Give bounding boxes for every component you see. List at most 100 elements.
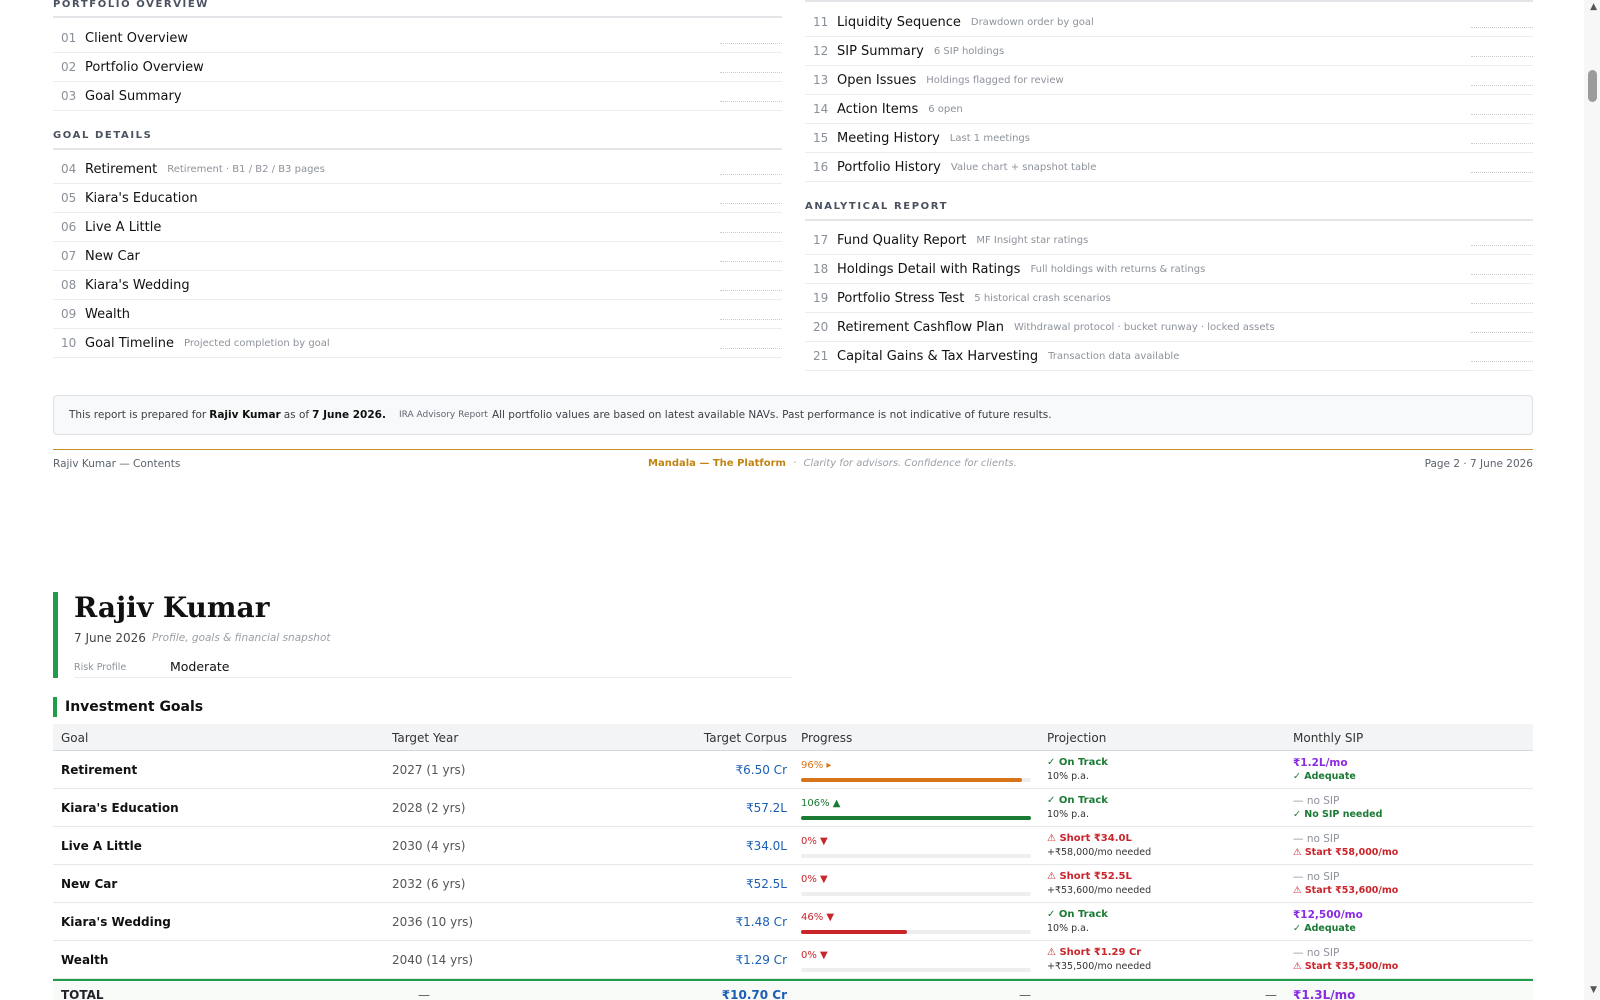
scroll-down-arrow-icon[interactable]: ▼ [1590, 985, 1597, 995]
goal-target-year: 2030 (4 yrs) [392, 839, 466, 853]
toc-leader-dots [720, 290, 782, 291]
toc-entry[interactable]: 21 Capital Gains & Tax Harvesting Transact… [805, 342, 1533, 371]
toc-entry[interactable]: 13 Open Issues Holdings flagged for review [805, 66, 1533, 95]
toc-entry-number: 19 [813, 291, 829, 305]
goal-name: Kiara's Wedding [61, 915, 171, 929]
toc-entry[interactable]: 01 Client Overview [53, 24, 782, 53]
table-row[interactable]: Kiara's Education 2028 (2 yrs) ₹57.2L 106% … [53, 789, 1533, 827]
scrollbar-thumb[interactable] [1588, 70, 1597, 102]
toc-entry-number: 12 [813, 44, 829, 58]
vertical-scrollbar[interactable]: ▲ ▼ [1584, 0, 1600, 1000]
toc-entry[interactable]: 12 SIP Summary 6 SIP holdings [805, 37, 1533, 66]
toc-leader-dots [720, 43, 782, 44]
toc-entry[interactable]: 08 Kiara's Wedding [53, 271, 782, 300]
toc-entry-number: 04 [61, 162, 77, 176]
toc-leader-dots [1471, 27, 1533, 28]
goal-target-year: 2040 (14 yrs) [392, 953, 474, 967]
footer-separator: · [793, 458, 797, 469]
goal-target-corpus: ₹52.5L [745, 877, 787, 891]
toc-entry[interactable]: 06 Live A Little [53, 213, 782, 242]
toc-leader-dots [720, 232, 782, 233]
toc-entry[interactable]: 14 Action Items 6 open [805, 95, 1533, 124]
toc-entry-description: 6 open [928, 103, 963, 115]
toc-leader-dots [1471, 245, 1533, 246]
table-row[interactable]: Retirement 2027 (1 yrs) ₹6.50 Cr 96% ▸ ✓ On … [53, 751, 1533, 789]
toc-entry-description: Retirement · B1 / B2 / B3 pages [167, 163, 325, 175]
client-name: Rajiv Kumar [74, 591, 270, 624]
toc-entry-number: 06 [61, 220, 77, 234]
toc-entry-title: Retirement [85, 161, 158, 177]
goal-name: Retirement [61, 763, 138, 777]
goal-sip-status: ⚠ Start ₹35,500/mo [1293, 961, 1399, 972]
toc-entry-number: 08 [61, 278, 77, 292]
risk-profile-value: Moderate [170, 659, 230, 674]
goal-progress-bar [801, 778, 1031, 782]
goal-target-year: 2027 (1 yrs) [392, 763, 466, 777]
goal-target-corpus: ₹1.29 Cr [735, 953, 787, 967]
toc-entry[interactable]: 17 Fund Quality Report MF Insight star rat… [805, 226, 1533, 255]
toc-entry-number: 01 [61, 31, 77, 45]
footer-divider [53, 449, 1533, 450]
header-progress: Progress [801, 731, 853, 745]
toc-entry[interactable]: 05 Kiara's Education [53, 184, 782, 213]
toc-entry[interactable]: 11 Liquidity Sequence Drawdown order by go… [805, 8, 1533, 37]
header-monthly-sip: Monthly SIP [1293, 731, 1364, 745]
toc-leader-dots [1471, 274, 1533, 275]
goal-monthly-sip: — no SIP [1293, 833, 1340, 845]
table-row[interactable]: Kiara's Wedding 2036 (10 yrs) ₹1.48 Cr 46% … [53, 903, 1533, 941]
toc-entry[interactable]: 03 Goal Summary [53, 82, 782, 111]
header-target-corpus: Target Corpus [703, 731, 787, 745]
toc-entry-description: 5 historical crash scenarios [974, 292, 1111, 304]
footer-page-info: Page 2 · 7 June 2026 [1424, 458, 1533, 470]
toc-leader-dots [1471, 172, 1533, 173]
goal-target-year: 2028 (2 yrs) [392, 801, 466, 815]
toc-entry-number: 16 [813, 160, 829, 174]
goal-progress-fill [801, 778, 1022, 782]
goal-name: Kiara's Education [61, 801, 179, 815]
total-label: TOTAL [61, 988, 104, 1000]
goal-target-year: 2036 (10 yrs) [392, 915, 474, 929]
goal-sip-status: ⚠ Start ₹58,000/mo [1293, 847, 1399, 858]
toc-entry[interactable]: 07 New Car [53, 242, 782, 271]
toc-entry[interactable]: 15 Meeting History Last 1 meetings [805, 124, 1533, 153]
toc-entry-description: MF Insight star ratings [976, 234, 1089, 246]
toc-entry-title: SIP Summary [837, 43, 924, 59]
toc-entry-number: 18 [813, 262, 829, 276]
goal-sip-status: ⚠ Start ₹53,600/mo [1293, 885, 1399, 896]
goal-progress-fill [801, 816, 1031, 820]
toc-entry-title: Fund Quality Report [837, 232, 967, 248]
profile-divider [74, 677, 792, 678]
toc-entry[interactable]: 02 Portfolio Overview [53, 53, 782, 82]
table-row[interactable]: Live A Little 2030 (4 yrs) ₹34.0L 0% ▼ ⚠ Sho… [53, 827, 1533, 865]
toc-entry[interactable]: 19 Portfolio Stress Test 5 historical cras… [805, 284, 1533, 313]
risk-profile-label: Risk Profile [74, 662, 127, 673]
toc-leader-dots [1471, 56, 1533, 57]
section-divider [805, 219, 1533, 221]
toc-entry[interactable]: 04 Retirement Retirement · B1 / B2 / B3 pa… [53, 155, 782, 184]
toc-entry-description: Full holdings with returns & ratings [1030, 263, 1206, 275]
toc-leader-dots [720, 101, 782, 102]
toc-entry-number: 14 [813, 102, 829, 116]
section-heading-goal-details: GOAL DETAILS [53, 130, 153, 141]
toc-leader-dots [720, 174, 782, 175]
toc-entry[interactable]: 20 Retirement Cashflow Plan Withdrawal pro… [805, 313, 1533, 342]
toc-entry[interactable]: 16 Portfolio History Value chart + snapsho… [805, 153, 1533, 182]
toc-entry-description: Drawdown order by goal [970, 16, 1094, 28]
goal-projection-detail: 10% p.a. [1047, 809, 1090, 820]
toc-entry-number: 05 [61, 191, 77, 205]
toc-leader-dots [720, 261, 782, 262]
table-row[interactable]: New Car 2032 (6 yrs) ₹52.5L 0% ▼ ⚠ Short ₹52… [53, 865, 1533, 903]
table-row[interactable]: Wealth 2040 (14 yrs) ₹1.29 Cr 0% ▼ ⚠ Short ₹… [53, 941, 1533, 979]
client-date: 7 June 2026 [74, 631, 146, 645]
scroll-up-arrow-icon[interactable]: ▲ [1590, 2, 1597, 12]
report-disclaimer: This report is prepared for Rajiv Kumar … [53, 395, 1533, 435]
toc-leader-dots [720, 203, 782, 204]
goal-sip-status: ✓ Adequate [1293, 771, 1356, 782]
toc-entry[interactable]: 18 Holdings Detail with Ratings Full holdi… [805, 255, 1533, 284]
toc-entry-title: Live A Little [85, 219, 162, 235]
section-divider [53, 16, 782, 18]
toc-entry-number: 13 [813, 73, 829, 87]
disclaimer-tag: IRA Advisory Report [398, 410, 488, 420]
toc-entry[interactable]: 09 Wealth [53, 300, 782, 329]
toc-entry[interactable]: 10 Goal Timeline Projected completion by g… [53, 329, 782, 358]
